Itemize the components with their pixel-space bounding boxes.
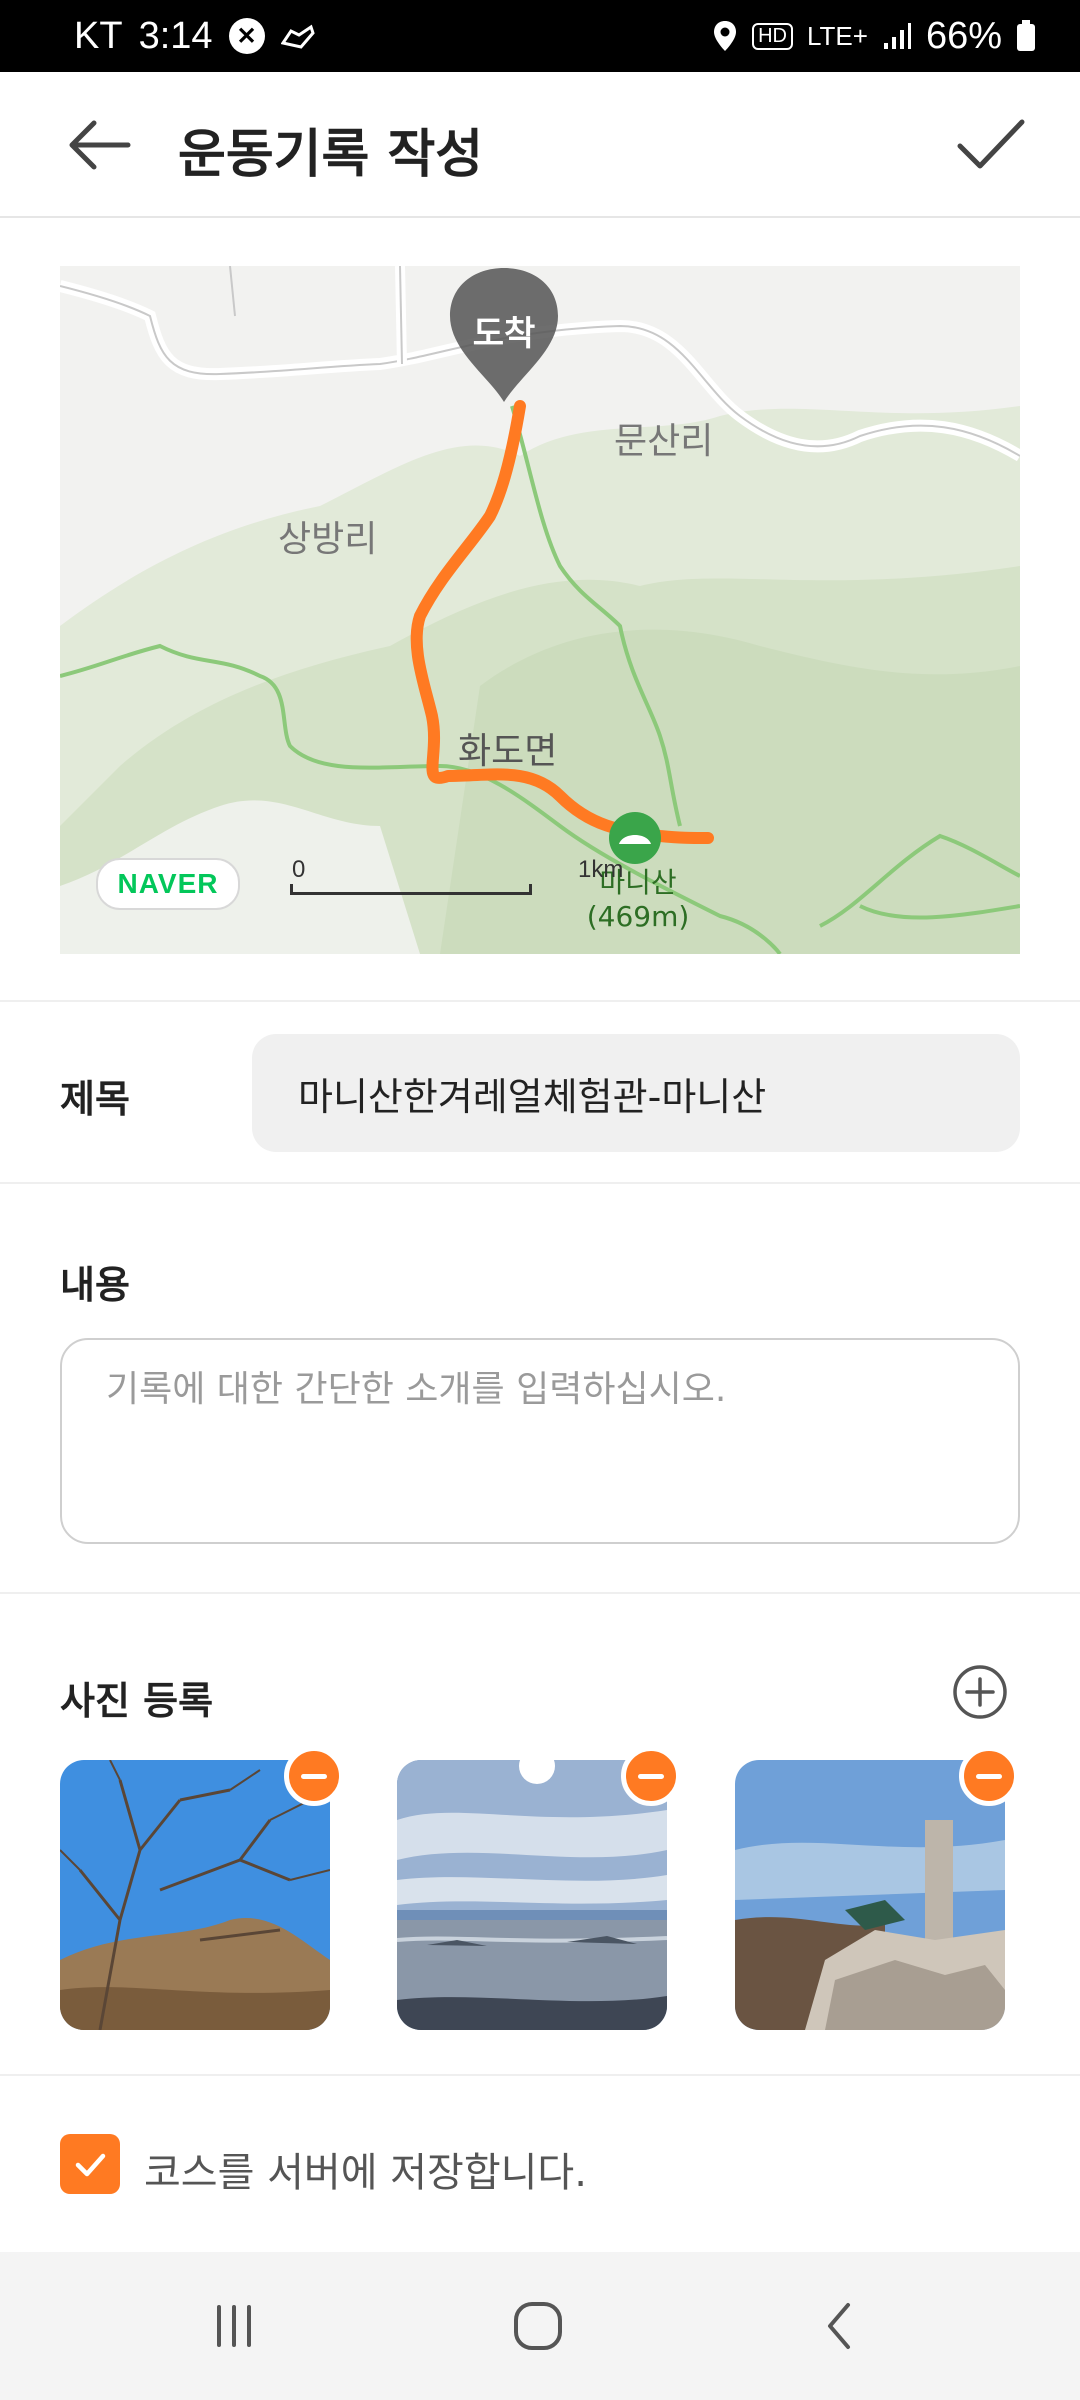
recent-apps-button[interactable] xyxy=(184,2296,284,2356)
scale-end-label: 1km xyxy=(578,856,624,883)
add-photo-button[interactable] xyxy=(950,1662,1010,1722)
home-icon xyxy=(514,2302,562,2350)
back-chevron-icon xyxy=(828,2303,850,2349)
remove-photo-3-button[interactable] xyxy=(959,1746,1019,1806)
arrow-left-icon xyxy=(69,120,131,170)
remove-photo-1-button[interactable] xyxy=(284,1746,344,1806)
map-scale: 0 1km xyxy=(290,856,623,896)
scale-start-label: 0 xyxy=(292,856,306,883)
photo-thumbnail-3[interactable] xyxy=(735,1760,1005,2030)
status-bar: KT 3:14 ✕ HD LTE+ 66% xyxy=(0,0,1080,72)
summit-elevation: (469m) xyxy=(586,900,690,933)
title-label: 제목 xyxy=(60,1077,130,1121)
minus-icon xyxy=(301,1773,327,1779)
minus-icon xyxy=(638,1773,664,1779)
page-title: 운동기록 작성 xyxy=(178,125,484,185)
x-app-icon: ✕ xyxy=(228,18,265,54)
clock: 3:14 xyxy=(138,14,213,57)
signal-icon xyxy=(882,21,912,51)
running-shoe-icon xyxy=(280,21,315,51)
checkmark-icon xyxy=(957,119,1025,169)
save-course-checkbox[interactable] xyxy=(60,2134,120,2194)
place-label-munsan: 문산리 xyxy=(614,421,714,462)
back-button[interactable] xyxy=(60,110,140,180)
hd-indicator: HD xyxy=(752,22,793,50)
network-type: LTE+ xyxy=(807,20,868,51)
divider xyxy=(0,2074,1080,2076)
app-bar: 운동기록 작성 xyxy=(0,72,1080,218)
carrier-label: KT xyxy=(74,14,123,57)
photo-thumbnail-2[interactable] xyxy=(397,1760,667,2030)
divider xyxy=(0,1592,1080,1594)
battery-percent: 66% xyxy=(925,14,1002,57)
divider xyxy=(0,1000,1080,1002)
naver-logo: NAVER xyxy=(96,858,240,910)
end-marker-label: 도착 xyxy=(472,314,536,354)
title-field[interactable]: 마니산한겨레얼체험관-마니산 xyxy=(252,1034,1020,1152)
remove-photo-2-button[interactable] xyxy=(621,1746,681,1806)
scale-line xyxy=(290,884,532,895)
save-course-label: 코스를 서버에 저장합니다. xyxy=(144,2150,587,2196)
battery-icon xyxy=(1016,20,1036,52)
route-map[interactable]: 도착 문산리 상방리 화도면 마니산 (469m) NAVER 0 1km xyxy=(60,266,1020,954)
place-label-hwado: 화도면 xyxy=(458,731,558,772)
system-back-button[interactable] xyxy=(790,2296,890,2356)
plus-circle-icon xyxy=(953,1665,1007,1719)
title-value: 마니산한겨레얼체험관-마니산 xyxy=(298,1074,767,1119)
divider xyxy=(0,1182,1080,1184)
minus-icon xyxy=(976,1773,1002,1779)
recent-apps-icon xyxy=(217,2305,251,2347)
location-icon xyxy=(712,19,738,53)
end-marker: 도착 xyxy=(448,266,560,404)
content-label: 내용 xyxy=(60,1263,130,1307)
photo-section-label: 사진 등록 xyxy=(60,1679,214,1723)
confirm-button[interactable] xyxy=(950,108,1032,182)
checkbox-check-icon xyxy=(75,2153,106,2177)
content-textarea[interactable] xyxy=(60,1338,1020,1544)
home-button[interactable] xyxy=(488,2296,588,2356)
place-label-sangbang: 상방리 xyxy=(278,519,378,560)
photo-thumbnail-1[interactable] xyxy=(60,1760,330,2030)
system-nav-bar xyxy=(0,2252,1080,2400)
